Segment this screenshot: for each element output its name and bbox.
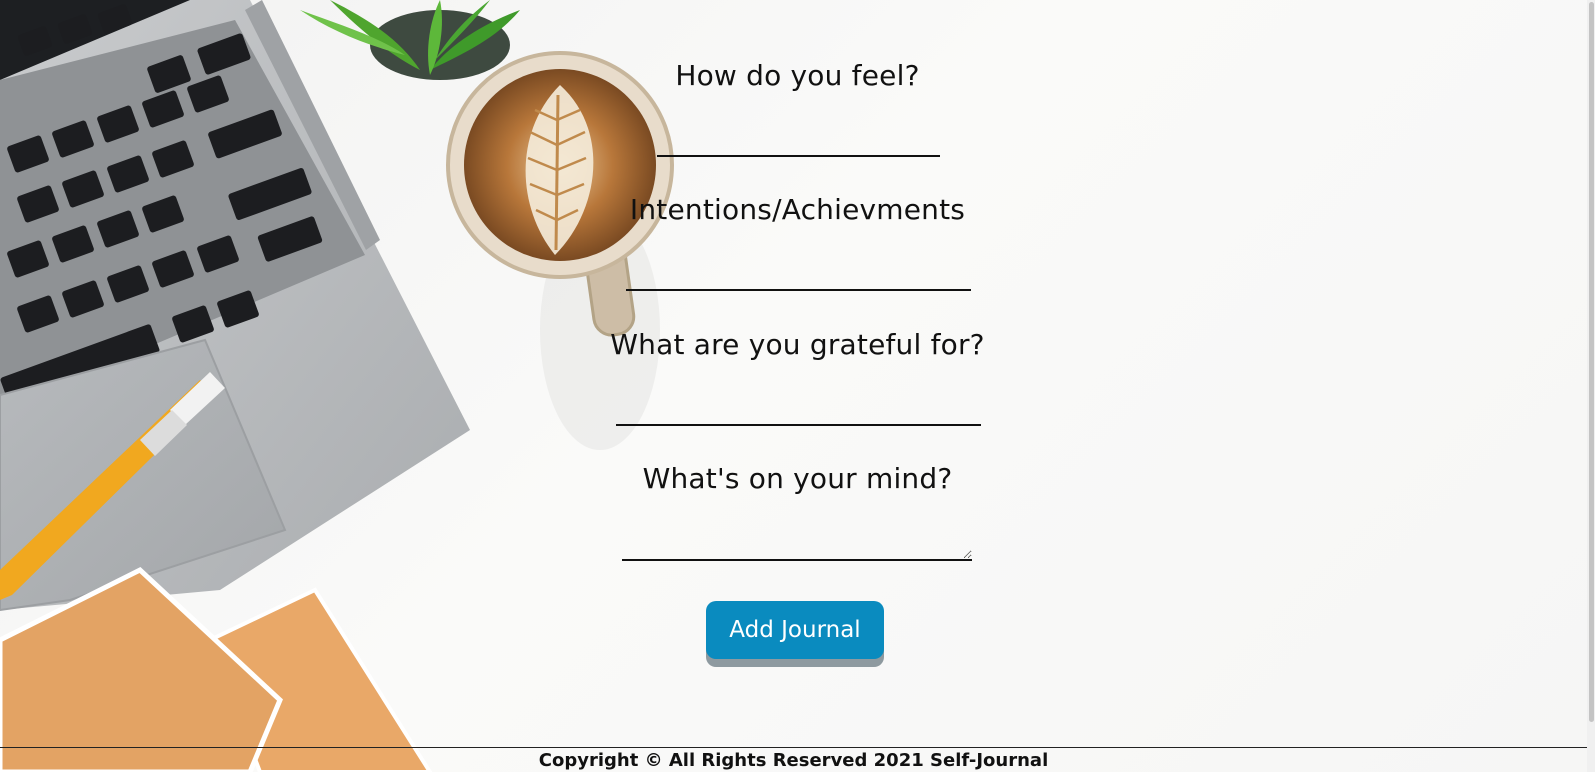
journal-form: How do you feel? Intentions/Achievments … (0, 0, 1595, 772)
grateful-question-label: What are you grateful for? (610, 328, 985, 361)
scrollbar-thumb[interactable] (1589, 2, 1594, 722)
app-viewport: How do you feel? Intentions/Achievments … (0, 0, 1595, 772)
mind-question-label: What's on your mind? (642, 462, 953, 495)
mind-answer-textarea[interactable] (622, 521, 972, 561)
add-journal-button[interactable]: Add Journal (706, 601, 884, 659)
intentions-question-label: Intentions/Achievments (629, 193, 966, 226)
copyright-text: Copyright © All Rights Reserved 2021 Sel… (538, 750, 1049, 771)
grateful-answer-input[interactable] (616, 396, 981, 426)
intentions-answer-input[interactable] (626, 261, 971, 291)
feel-answer-input[interactable] (657, 127, 940, 157)
footer: Copyright © All Rights Reserved 2021 Sel… (0, 747, 1587, 772)
feel-question-label: How do you feel? (675, 59, 920, 92)
